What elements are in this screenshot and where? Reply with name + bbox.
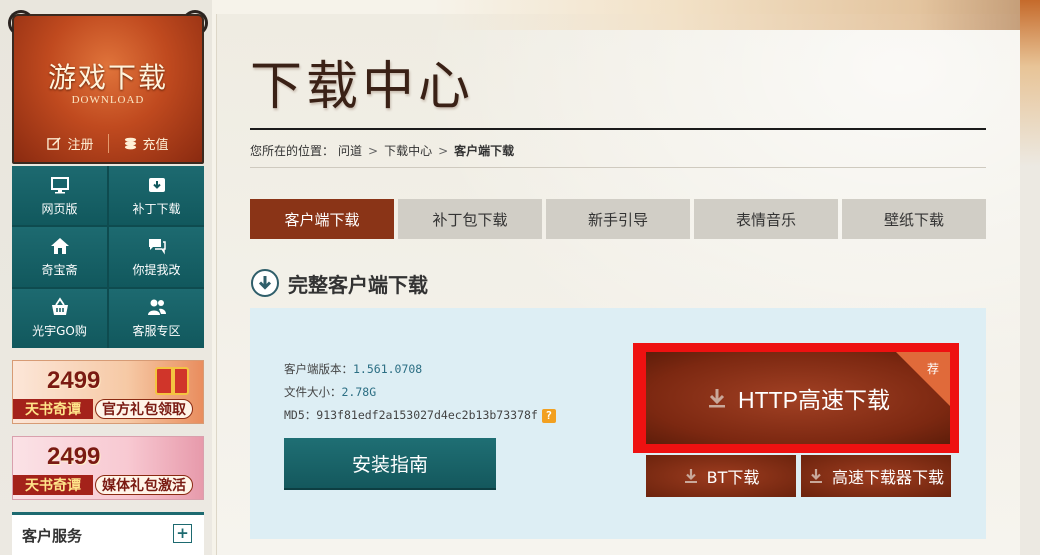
download-arrow-icon xyxy=(809,469,822,483)
register-link[interactable]: 注册 xyxy=(33,134,107,153)
nav-feedback[interactable]: 你提我改 xyxy=(109,227,204,287)
breadcrumb-home[interactable]: 问道 xyxy=(338,142,362,159)
section-header: 完整客户端下载 xyxy=(250,268,428,298)
section-title: 完整客户端下载 xyxy=(288,272,428,297)
promo-game-name: 天书奇谭 xyxy=(13,399,93,419)
monitor-icon xyxy=(50,176,69,194)
right-artwork-strip xyxy=(1020,0,1040,555)
nav-label: 客服专区 xyxy=(132,324,181,339)
promo-number: 2499 xyxy=(47,367,101,394)
promo-action: 媒体礼包激活 xyxy=(95,475,193,495)
size-value: 2.78G xyxy=(341,385,377,399)
install-guide-button[interactable]: 安装指南 xyxy=(284,438,496,490)
coins-icon xyxy=(124,137,136,149)
promo-banner-official-gift[interactable]: 2499 天书奇谭 官方礼包领取 xyxy=(12,360,204,424)
recommend-tag: 荐 xyxy=(927,362,940,376)
nav-treasure-shop[interactable]: 奇宝斋 xyxy=(12,227,107,287)
nav-go-shop[interactable]: 光宇GO购 xyxy=(12,288,107,348)
gift-box-icon xyxy=(155,367,189,395)
tab-beginner-guide[interactable]: 新手引导 xyxy=(546,199,690,239)
tab-wallpaper[interactable]: 壁纸下载 xyxy=(842,199,986,239)
customer-service-title: 客户服务 xyxy=(22,527,83,545)
md5-value: 913f81edf2a153027d4ec2b13b73378f xyxy=(316,408,538,422)
tab-client-download[interactable]: 客户端下载 xyxy=(250,199,394,239)
nav-label: 奇宝斋 xyxy=(41,262,78,277)
logo-links: 注册 充值 xyxy=(14,128,202,158)
breadcrumb-prefix: 您所在的位置： xyxy=(250,144,335,158)
title-divider xyxy=(250,128,986,130)
header-artwork xyxy=(432,0,1040,30)
download-tabs: 客户端下载 补丁包下载 新手引导 表情音乐 壁纸下载 xyxy=(250,199,986,239)
size-row: 文件大小：2.78G xyxy=(284,381,556,404)
breadcrumb-section[interactable]: 下载中心 xyxy=(384,142,432,159)
promo-action: 官方礼包领取 xyxy=(95,399,193,419)
recommend-corner xyxy=(896,352,950,406)
patch-download-icon xyxy=(148,177,165,192)
register-label: 注册 xyxy=(67,137,94,153)
sidebar: 游戏下载 DOWNLOAD 注册 充值 网页版 补丁下载 奇宝斋 你提我改 光宇… xyxy=(0,0,212,555)
nav-label: 补丁下载 xyxy=(132,201,181,216)
breadcrumb-separator: > xyxy=(368,143,379,158)
promo-game-name: 天书奇谭 xyxy=(13,475,93,495)
client-info: 客户端版本：1.561.0708 文件大小：2.78G MD5：913f81ed… xyxy=(284,358,556,427)
logo-subtitle: DOWNLOAD xyxy=(71,94,145,106)
fast-downloader-button[interactable]: 高速下载器下载 xyxy=(801,455,951,497)
download-arrow-icon xyxy=(708,389,725,408)
promo-number: 2499 xyxy=(47,443,101,470)
sidebar-nav-grid: 网页版 补丁下载 奇宝斋 你提我改 光宇GO购 客服专区 xyxy=(12,166,204,348)
home-icon xyxy=(50,237,69,254)
breadcrumb-divider xyxy=(250,167,986,168)
download-arrow-icon xyxy=(684,469,697,483)
logo-title: 游戏下载 xyxy=(47,61,168,94)
version-label: 客户端版本： xyxy=(284,362,353,376)
expand-plus-icon[interactable]: + xyxy=(173,524,192,543)
bt-download-label: BT下载 xyxy=(706,468,760,487)
md5-row: MD5：913f81edf2a153027d4ec2b13b73378f? xyxy=(284,404,556,427)
nav-customer-zone[interactable]: 客服专区 xyxy=(109,288,204,348)
md5-label: MD5： xyxy=(284,408,317,422)
breadcrumb-current: 客户端下载 xyxy=(454,144,515,158)
nav-web-version[interactable]: 网页版 xyxy=(12,166,107,226)
chat-icon xyxy=(148,238,166,255)
bt-download-button[interactable]: BT下载 xyxy=(646,455,796,497)
ornament-corner-right xyxy=(182,10,208,36)
help-icon[interactable]: ? xyxy=(541,408,556,423)
ornament-corner-left xyxy=(8,10,34,36)
breadcrumb: 您所在的位置： 问道 > 下载中心 > 客户端下载 xyxy=(250,142,514,159)
breadcrumb-separator: > xyxy=(438,143,449,158)
nav-label: 你提我改 xyxy=(132,262,181,277)
game-download-logo: 游戏下载 DOWNLOAD 注册 充值 xyxy=(8,10,208,164)
customer-service-box: 客户服务 + xyxy=(12,512,204,555)
http-download-label: HTTP高速下载 xyxy=(737,387,891,413)
download-circle-icon xyxy=(251,269,279,297)
nav-patch-download[interactable]: 补丁下载 xyxy=(109,166,204,226)
nav-label: 光宇GO购 xyxy=(32,324,87,339)
promo-banner-media-gift[interactable]: 2499 天书奇谭 媒体礼包激活 xyxy=(12,436,204,500)
version-value: 1.561.0708 xyxy=(353,362,423,376)
edit-icon xyxy=(47,136,62,150)
nav-label: 网页版 xyxy=(41,201,78,216)
tab-patch-download[interactable]: 补丁包下载 xyxy=(398,199,542,239)
recharge-label: 充值 xyxy=(142,137,169,153)
page-title: 下载中心 xyxy=(250,57,475,117)
recharge-link[interactable]: 充值 xyxy=(107,133,183,153)
tab-emoji-music[interactable]: 表情音乐 xyxy=(694,199,838,239)
version-row: 客户端版本：1.561.0708 xyxy=(284,358,556,381)
fast-downloader-label: 高速下载器下载 xyxy=(831,468,944,487)
basket-icon xyxy=(51,297,68,316)
size-label: 文件大小： xyxy=(284,385,342,399)
users-icon xyxy=(147,299,166,316)
